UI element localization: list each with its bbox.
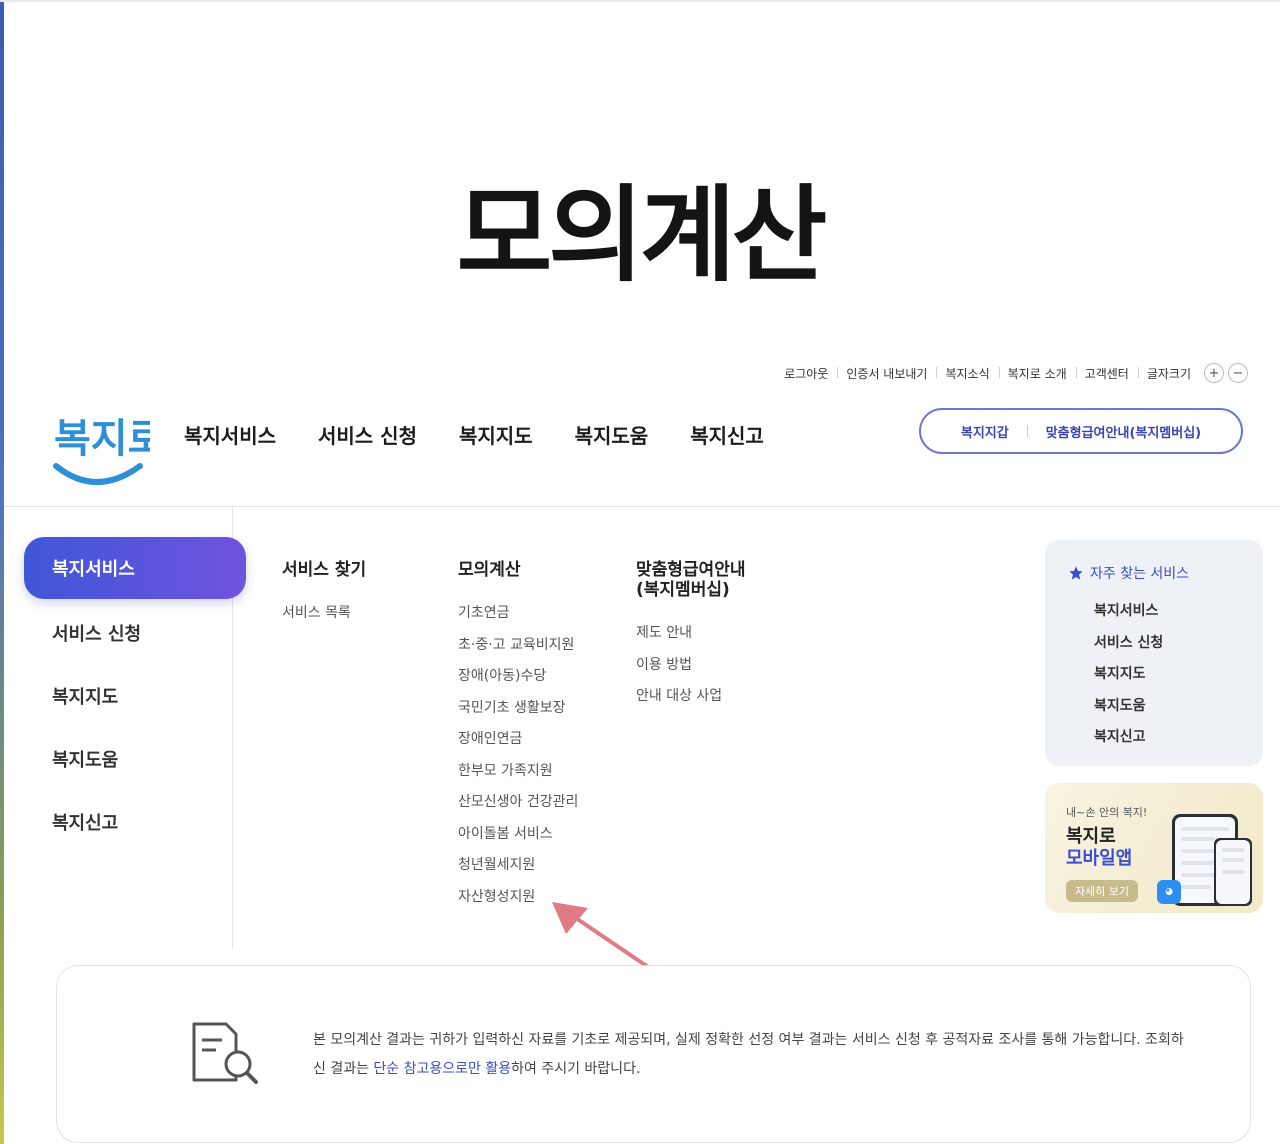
star-icon — [1069, 566, 1083, 580]
frequent-item-service-apply[interactable]: 서비스 신청 — [1094, 632, 1163, 652]
notice-text-end: 하여 주시기 바랍니다. — [511, 1061, 641, 1077]
side-item-welfare-map[interactable]: 복지지도 — [52, 683, 118, 709]
frequent-item-welfare-report[interactable]: 복지신고 — [1094, 726, 1146, 746]
font-size-label: 글자크기 — [1137, 365, 1200, 382]
calc-maternal-care-link[interactable]: 산모신생아 건강관리 — [458, 791, 578, 811]
about-link[interactable]: 복지로 소개 — [998, 365, 1076, 382]
col-membership-title-line2: (복지멤버십) — [636, 580, 730, 600]
export-certificate-link[interactable]: 인증서 내보내기 — [837, 365, 936, 382]
calc-childcare-link[interactable]: 아이돌봄 서비스 — [458, 823, 553, 843]
membership-guide-link[interactable]: 제도 안내 — [636, 622, 692, 642]
app-details-button[interactable]: 자세히 보기 — [1066, 880, 1138, 902]
logo[interactable]: 복지로 — [50, 400, 150, 492]
side-item-welfare-report[interactable]: 복지신고 — [52, 809, 118, 835]
side-item-welfare-service[interactable]: 복지서비스 — [24, 537, 246, 599]
app-logo-icon: ◕ — [1157, 880, 1181, 904]
welfare-wallet-link[interactable]: 복지지갑 — [961, 422, 1009, 441]
nav-welfare-help[interactable]: 복지도움 — [575, 420, 649, 449]
frequent-services-title: 자주 찾는 서비스 — [1090, 566, 1190, 582]
membership-programs-link[interactable]: 안내 대상 사업 — [636, 685, 722, 705]
calc-asset-building-link[interactable]: 자산형성지원 — [458, 886, 535, 906]
col-mock-calc-title[interactable]: 모의계산 — [458, 560, 521, 580]
header-quick-links: 복지지갑 맞춤형급여안내(복지멤버십) — [919, 408, 1243, 454]
calc-disability-allowance-link[interactable]: 장애(아동)수당 — [458, 665, 546, 685]
frequent-item-welfare-help[interactable]: 복지도움 — [1094, 695, 1146, 715]
service-list-link[interactable]: 서비스 목록 — [282, 602, 351, 622]
app-tagline: 내~손 안의 복지! — [1066, 806, 1148, 819]
calc-basic-livelihood-link[interactable]: 국민기초 생활보장 — [458, 697, 566, 717]
calc-youth-rent-link[interactable]: 청년월세지원 — [458, 854, 535, 874]
font-increase-button[interactable]: + — [1204, 363, 1224, 383]
nav-welfare-report[interactable]: 복지신고 — [690, 420, 764, 449]
calc-disability-pension-link[interactable]: 장애인연금 — [458, 728, 522, 748]
logo-text: 복지로 — [54, 416, 150, 462]
membership-usage-link[interactable]: 이용 방법 — [636, 654, 692, 674]
customer-center-link[interactable]: 고객센터 — [1075, 365, 1138, 382]
nav-welfare-service[interactable]: 복지서비스 — [184, 420, 276, 449]
membership-link[interactable]: 맞춤형급여안내(복지멤버십) — [1046, 422, 1201, 441]
side-item-service-apply[interactable]: 서비스 신청 — [52, 620, 141, 646]
logout-link[interactable]: 로그아웃 — [775, 365, 837, 382]
main-nav: 복지서비스 서비스 신청 복지지도 복지도움 복지신고 — [184, 420, 764, 449]
window-top-edge — [0, 0, 1280, 2]
pill-divider — [1026, 425, 1028, 437]
side-item-welfare-help[interactable]: 복지도움 — [52, 746, 118, 772]
logo-smile-icon — [53, 463, 143, 485]
welfare-news-link[interactable]: 복지소식 — [936, 365, 998, 382]
calc-basic-pension-link[interactable]: 기초연금 — [458, 602, 510, 622]
calc-education-link[interactable]: 초·중·고 교육비지원 — [458, 634, 574, 654]
frequent-services-heading: 자주 찾는 서비스 — [1068, 563, 1189, 583]
app-name-line2: 모바일앱 — [1066, 848, 1133, 869]
font-decrease-button[interactable]: − — [1228, 363, 1248, 383]
header-divider — [4, 506, 1280, 507]
notice-highlight: 단순 참고용으로만 활용 — [373, 1061, 512, 1077]
col-membership-title-line1: 맞춤형급여안내 — [636, 560, 746, 580]
utility-nav: 로그아웃 인증서 내보내기 복지소식 복지로 소개 고객센터 글자크기 + − — [775, 363, 1248, 383]
phone-mockup-secondary-icon — [1214, 838, 1252, 906]
col-service-search-title[interactable]: 서비스 찾기 — [282, 560, 366, 580]
calc-single-parent-link[interactable]: 한부모 가족지원 — [458, 760, 553, 780]
nav-welfare-map[interactable]: 복지지도 — [459, 420, 533, 449]
frequent-item-welfare-map[interactable]: 복지지도 — [1094, 663, 1146, 683]
col-membership-title[interactable]: 맞춤형급여안내 (복지멤버십) — [636, 560, 745, 600]
notice-text: 본 모의계산 결과는 귀하가 입력하신 자료를 기초로 제공되며, 실제 정확한… — [313, 1026, 1193, 1084]
frequent-item-welfare-service[interactable]: 복지서비스 — [1094, 600, 1158, 620]
nav-service-apply[interactable]: 서비스 신청 — [318, 420, 417, 449]
document-search-icon — [192, 1022, 258, 1084]
page-title: 모의계산 — [456, 174, 828, 296]
